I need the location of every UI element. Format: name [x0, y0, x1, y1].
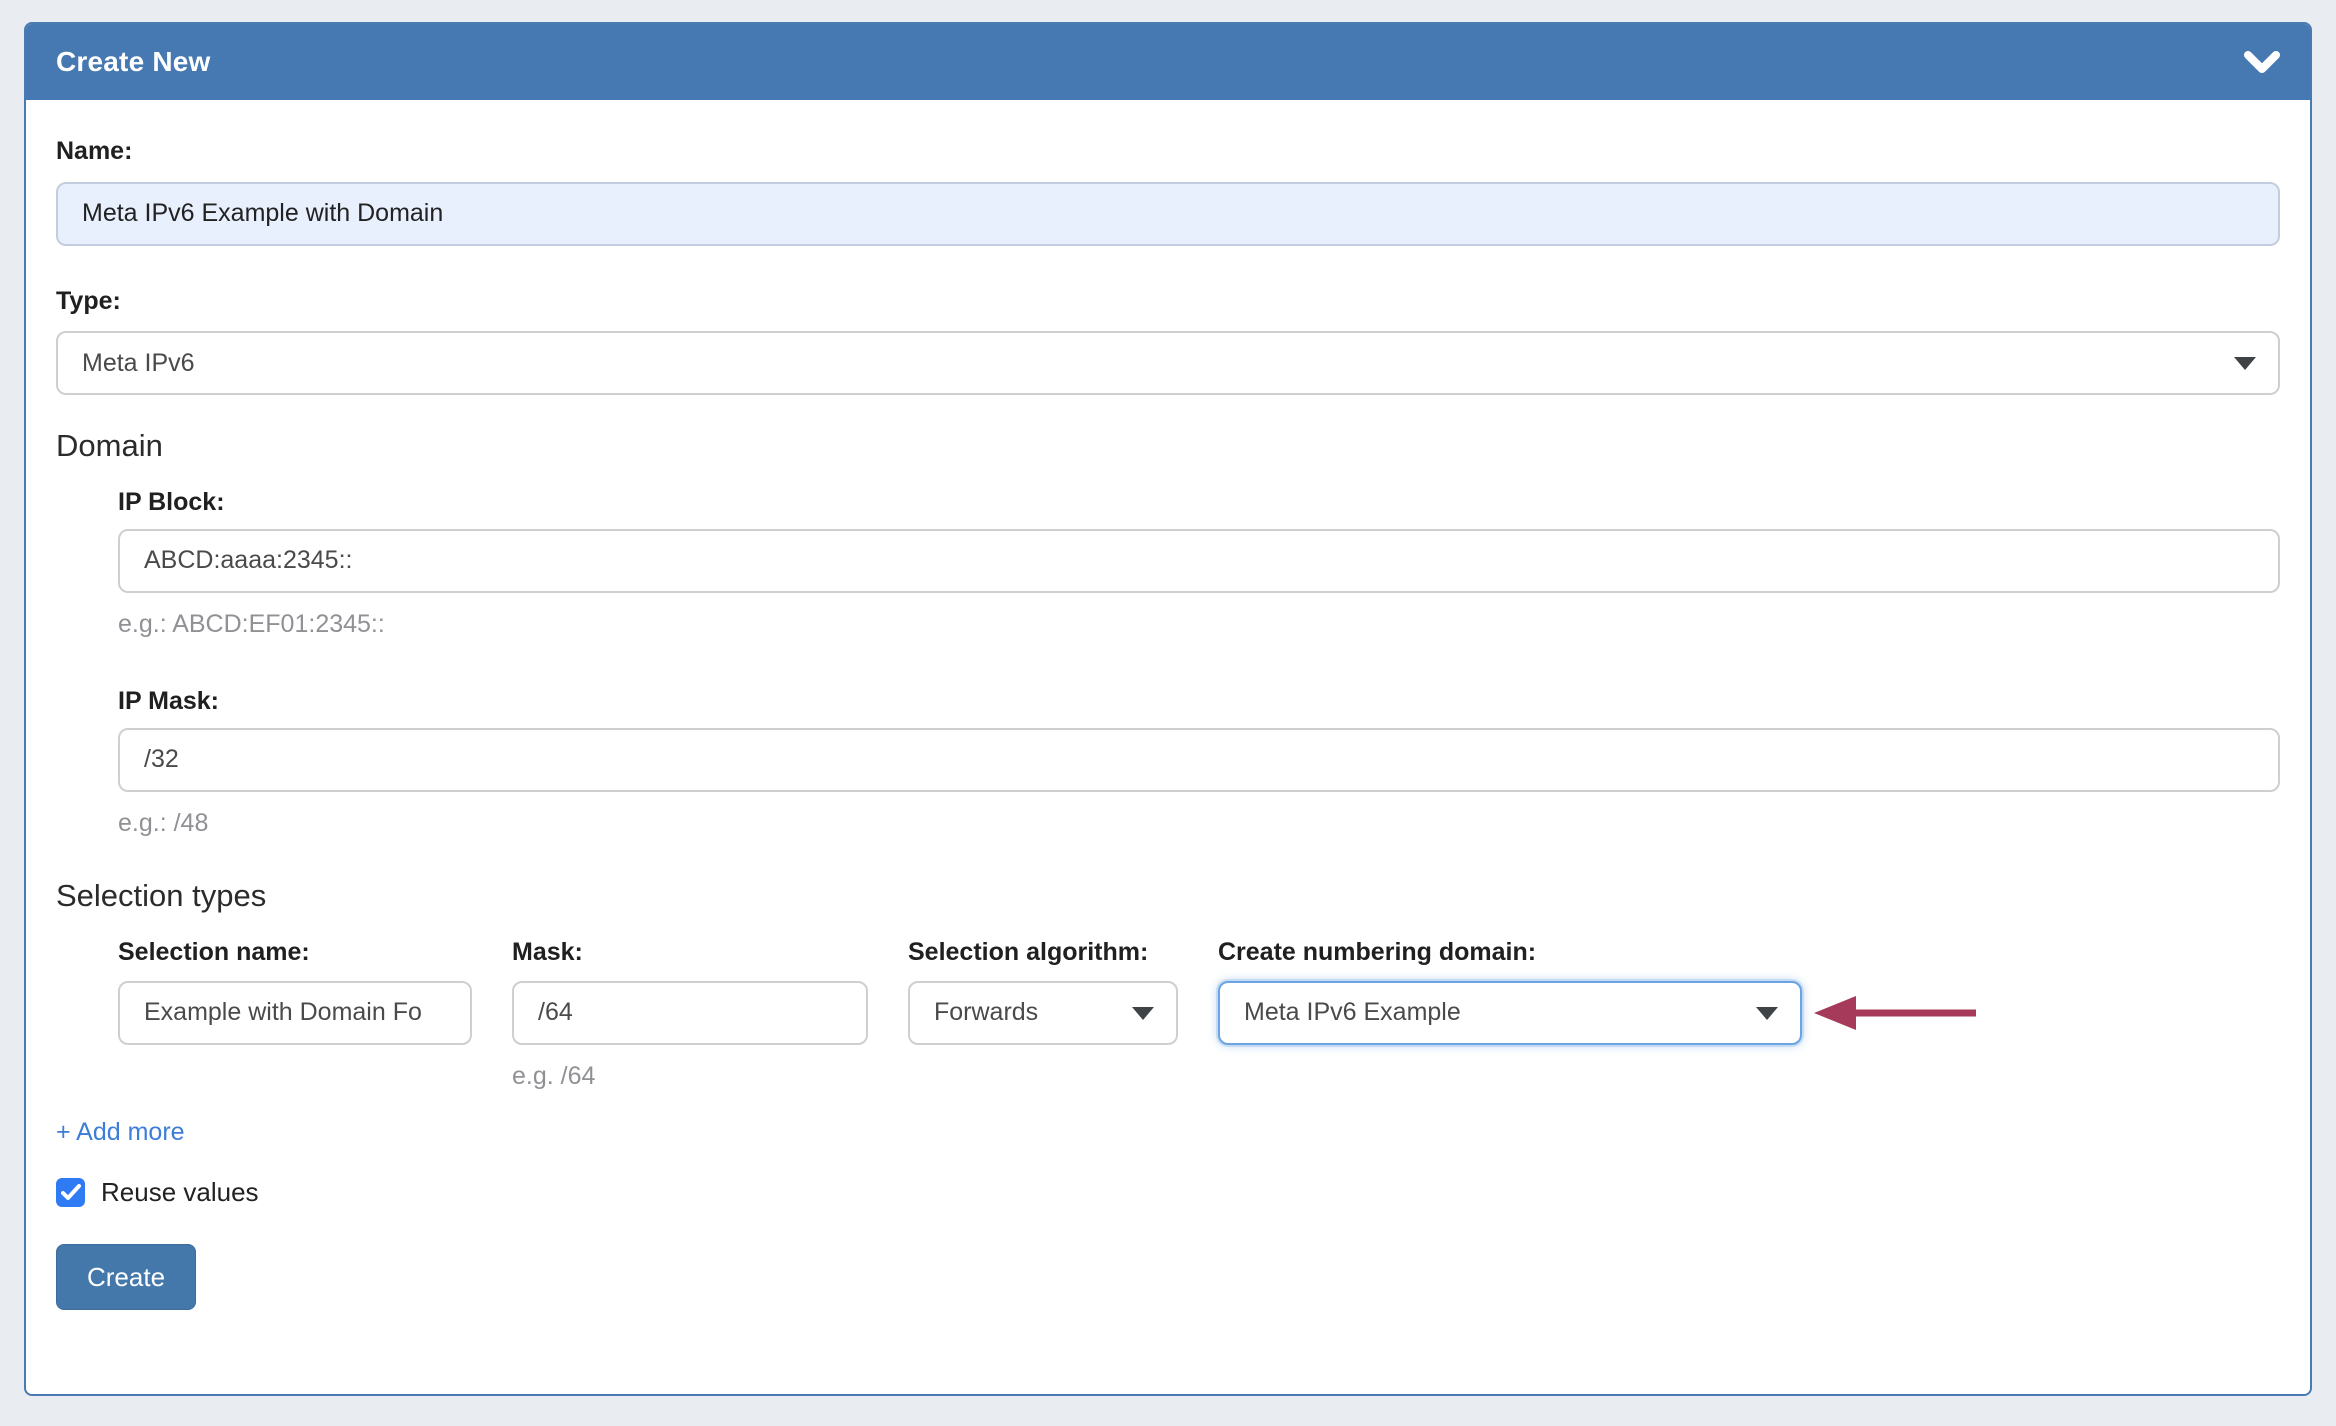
selection-name-input[interactable]: [118, 981, 472, 1045]
create-button[interactable]: Create: [56, 1244, 196, 1310]
numbering-domain-wrap: Meta IPv6 Example: [1218, 981, 1980, 1045]
chevron-down-icon[interactable]: [2244, 50, 2280, 74]
selection-algorithm-select[interactable]: Forwards: [908, 981, 1178, 1045]
selection-algorithm-value: Forwards: [934, 998, 1038, 1027]
ip-block-hint: e.g.: ABCD:EF01:2345::: [118, 611, 2280, 639]
caret-down-icon: [1132, 1007, 1154, 1020]
type-label: Type:: [56, 288, 2280, 316]
name-input[interactable]: [56, 182, 2280, 246]
type-select[interactable]: Meta IPv6: [56, 331, 2280, 395]
ip-block-group: IP Block: e.g.: ABCD:EF01:2345::: [118, 489, 2280, 638]
add-more-link[interactable]: + Add more: [56, 1118, 185, 1147]
reuse-values-checkbox[interactable]: [56, 1178, 85, 1207]
checkmark-icon: [61, 1184, 81, 1201]
caret-down-icon: [2234, 357, 2256, 370]
domain-section-heading: Domain: [56, 429, 2280, 463]
left-arrow-icon: [1808, 993, 1980, 1033]
page-background: Create New Name: Type: Meta IPv6 Domain …: [0, 0, 2336, 1426]
reuse-values-row: Reuse values: [56, 1177, 2280, 1208]
create-new-panel: Create New Name: Type: Meta IPv6 Domain …: [24, 22, 2312, 1396]
ip-mask-hint: e.g.: /48: [118, 810, 2280, 838]
ip-block-label: IP Block:: [118, 489, 2280, 517]
reuse-values-label: Reuse values: [101, 1177, 259, 1208]
panel-body: Name: Type: Meta IPv6 Domain IP Block: e…: [26, 100, 2310, 1310]
panel-title: Create New: [56, 46, 211, 78]
ip-mask-input[interactable]: [118, 728, 2280, 792]
selection-types-heading: Selection types: [56, 879, 2280, 913]
selection-types-row: Selection name: Mask: e.g. /64 Selection…: [118, 939, 2280, 1090]
selection-name-label: Selection name:: [118, 939, 472, 967]
mask-input[interactable]: [512, 981, 868, 1045]
numbering-domain-column: Create numbering domain: Meta IPv6 Examp…: [1218, 939, 1980, 1045]
mask-column: Mask: e.g. /64: [512, 939, 868, 1090]
ip-block-input[interactable]: [118, 529, 2280, 593]
type-select-value: Meta IPv6: [82, 349, 195, 378]
mask-hint: e.g. /64: [512, 1063, 868, 1091]
numbering-domain-label: Create numbering domain:: [1218, 939, 1980, 967]
name-label: Name:: [56, 138, 2280, 166]
numbering-domain-select[interactable]: Meta IPv6 Example: [1218, 981, 1802, 1045]
selection-name-column: Selection name:: [118, 939, 472, 1045]
panel-header[interactable]: Create New: [26, 24, 2310, 100]
caret-down-icon: [1756, 1007, 1778, 1020]
ip-mask-label: IP Mask:: [118, 688, 2280, 716]
ip-mask-group: IP Mask: e.g.: /48: [118, 688, 2280, 837]
selection-algorithm-label: Selection algorithm:: [908, 939, 1178, 967]
mask-label: Mask:: [512, 939, 868, 967]
numbering-domain-value: Meta IPv6 Example: [1244, 998, 1461, 1027]
selection-algorithm-column: Selection algorithm: Forwards: [908, 939, 1178, 1045]
